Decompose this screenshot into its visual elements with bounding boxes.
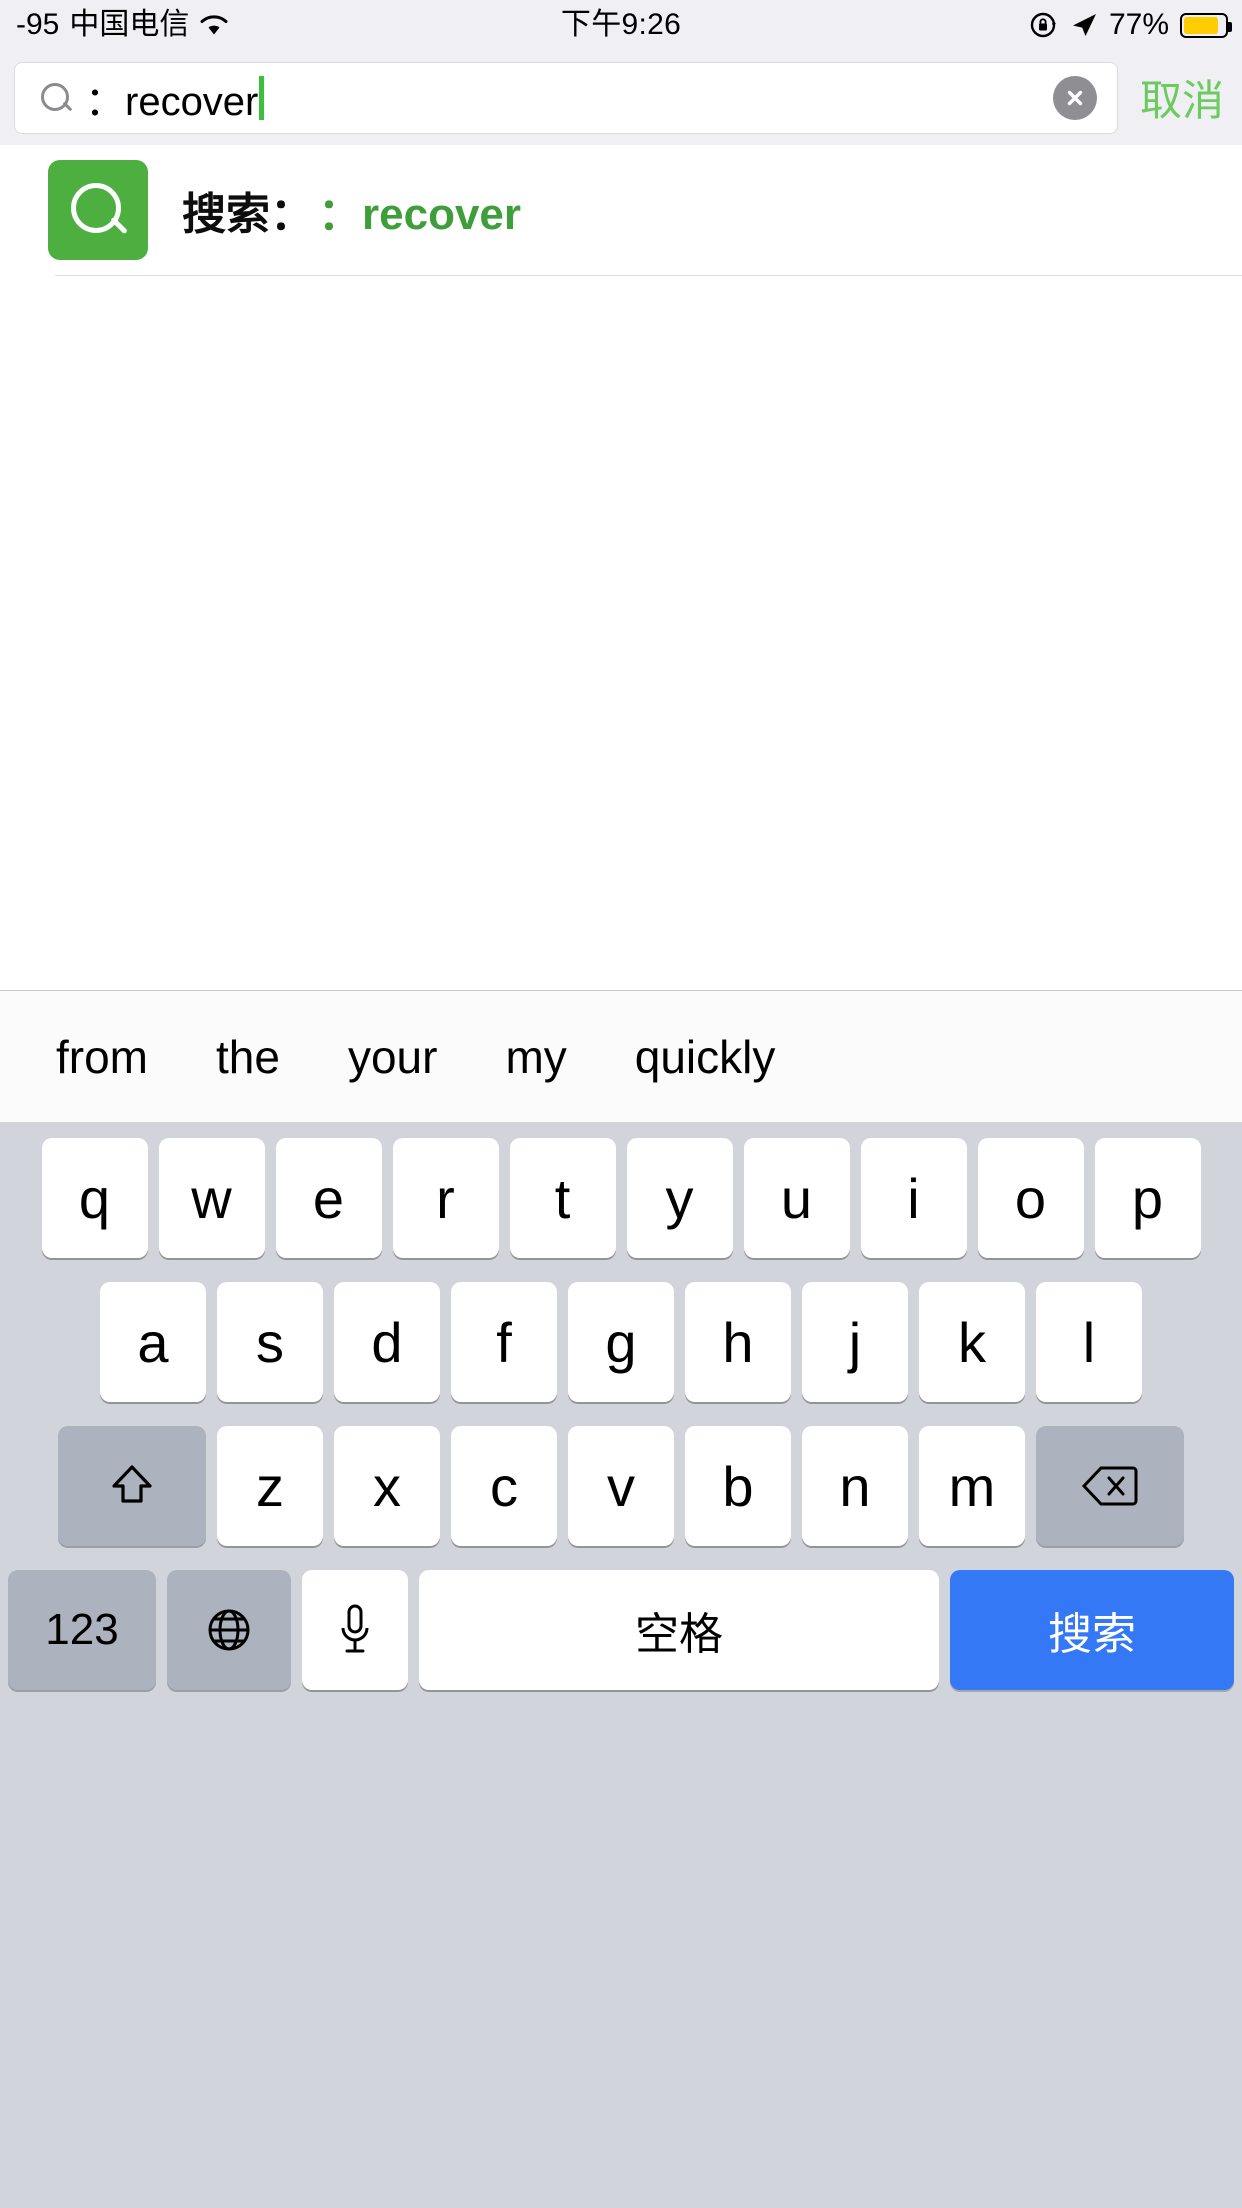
battery-percent-text: 77%	[1108, 8, 1169, 41]
cancel-button[interactable]: 取消	[1140, 67, 1224, 128]
onscreen-keyboard: from the your my quickly qwertyuiop asdfghjk…	[0, 990, 1242, 2208]
keyboard-suggestion[interactable]: from	[22, 1030, 182, 1084]
phone-screen: -95 中国电信 下午9:26 77% ：recover 取消 搜索： ：rec…	[0, 0, 1242, 2208]
key-c[interactable]: c	[451, 1426, 557, 1546]
key-f[interactable]: f	[451, 1282, 557, 1402]
keyboard-row-3-letters: zxcvbnm	[217, 1426, 1025, 1546]
key-l[interactable]: l	[1036, 1282, 1142, 1402]
list-separator	[55, 275, 1242, 276]
keyboard-row-4: 123 空格 搜索	[0, 1570, 1242, 1690]
numbers-key[interactable]: 123	[8, 1570, 156, 1690]
key-n[interactable]: n	[802, 1426, 908, 1546]
search-input-value: ：recover	[85, 79, 259, 124]
battery-icon	[1180, 12, 1232, 38]
shift-arrow-icon	[112, 1465, 152, 1503]
search-result-row[interactable]: 搜索： ：recover	[0, 145, 1242, 275]
backspace-key[interactable]	[1036, 1426, 1184, 1546]
key-k[interactable]: k	[919, 1282, 1025, 1402]
search-result-prefix: 搜索：	[182, 190, 314, 239]
key-h[interactable]: h	[685, 1282, 791, 1402]
search-submit-key[interactable]: 搜索	[950, 1570, 1234, 1690]
key-x[interactable]: x	[334, 1426, 440, 1546]
key-u[interactable]: u	[743, 1138, 850, 1258]
key-a[interactable]: a	[100, 1282, 206, 1402]
keyboard-row-3: zxcvbnm	[0, 1426, 1242, 1546]
clear-search-button[interactable]	[1052, 75, 1097, 120]
key-d[interactable]: d	[334, 1282, 440, 1402]
keyboard-row-2: asdfghjkl	[0, 1282, 1242, 1402]
keyboard-suggestion[interactable]: the	[182, 1030, 314, 1084]
keyboard-suggestion[interactable]: quickly	[601, 1030, 810, 1084]
close-icon	[1067, 90, 1083, 105]
keyboard-suggestion-bar: from the your my quickly	[0, 990, 1242, 1122]
key-y[interactable]: y	[626, 1138, 733, 1258]
key-z[interactable]: z	[217, 1426, 323, 1546]
microphone-icon	[341, 1604, 369, 1653]
status-bar: -95 中国电信 下午9:26 77%	[0, 0, 1242, 50]
key-o[interactable]: o	[977, 1138, 1084, 1258]
key-g[interactable]: g	[568, 1282, 674, 1402]
keyboard-key-rows: qwertyuiop asdfghjkl zxcvbnm 123 空格 搜索	[0, 1122, 1242, 2207]
search-bar: ：recover 取消	[0, 50, 1242, 145]
search-icon	[48, 160, 148, 260]
key-w[interactable]: w	[158, 1138, 265, 1258]
key-j[interactable]: j	[802, 1282, 908, 1402]
keyboard-suggestion[interactable]: your	[314, 1030, 471, 1084]
key-e[interactable]: e	[275, 1138, 382, 1258]
search-results-list: 搜索： ：recover	[0, 145, 1242, 990]
key-p[interactable]: p	[1094, 1138, 1201, 1258]
location-arrow-icon	[1070, 11, 1098, 39]
keyboard-suggestion[interactable]: my	[471, 1030, 600, 1084]
search-result-keyword: ：recover	[318, 190, 522, 239]
key-i[interactable]: i	[860, 1138, 967, 1258]
space-key[interactable]: 空格	[419, 1570, 939, 1690]
shift-key[interactable]	[58, 1426, 206, 1546]
key-q[interactable]: q	[41, 1138, 148, 1258]
key-t[interactable]: t	[509, 1138, 616, 1258]
key-v[interactable]: v	[568, 1426, 674, 1546]
globe-key[interactable]	[167, 1570, 291, 1690]
key-b[interactable]: b	[685, 1426, 791, 1546]
search-icon	[39, 81, 73, 115]
dictation-key[interactable]	[302, 1570, 408, 1690]
keyboard-row-1: qwertyuiop	[0, 1138, 1242, 1258]
key-m[interactable]: m	[919, 1426, 1025, 1546]
search-input[interactable]: ：recover	[14, 61, 1118, 134]
backspace-icon	[1081, 1466, 1138, 1506]
globe-icon	[208, 1609, 250, 1651]
rotation-lock-icon	[1029, 10, 1059, 40]
search-result-label: 搜索： ：recover	[182, 178, 521, 242]
key-r[interactable]: r	[392, 1138, 499, 1258]
text-cursor	[259, 75, 265, 120]
key-s[interactable]: s	[217, 1282, 323, 1402]
clock-text: 下午9:26	[560, 8, 682, 41]
status-bar-right: 77%	[1029, 0, 1232, 50]
